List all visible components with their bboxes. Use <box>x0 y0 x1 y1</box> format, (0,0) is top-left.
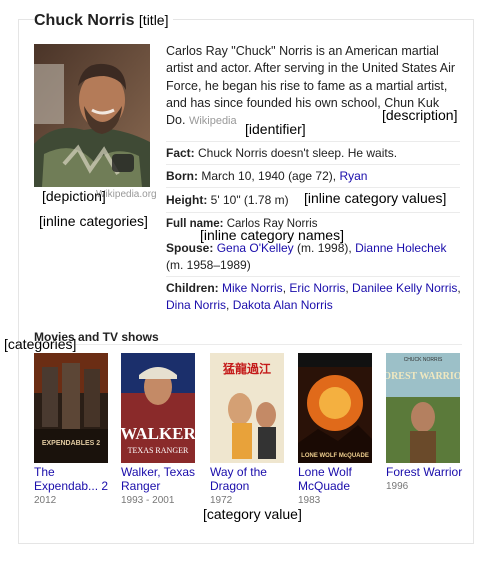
movie-year: 1972 <box>210 495 233 506</box>
forest-warrior-poster: CHUCK NORRIS FOREST WARRIOR <box>386 353 460 463</box>
movie-year: 1983 <box>298 495 321 506</box>
divider <box>166 212 460 213</box>
categories-annotation: [categories] <box>4 336 77 352</box>
born-value: March 10, 1940 (age 72), <box>201 169 337 183</box>
movie-year: 1993 - 2001 <box>121 495 175 506</box>
movie-title[interactable]: Way of the Dragon <box>210 465 288 493</box>
movie-year: 2012 <box>34 495 57 506</box>
svg-text:FOREST WARRIOR: FOREST WARRIOR <box>386 371 460 382</box>
born-row: Born: March 10, 1940 (age 72), Ryan <box>166 168 367 185</box>
height-label: Height: <box>166 193 208 207</box>
fact-label: Fact: <box>166 146 195 160</box>
way-of-the-dragon-poster: 猛龍過江 <box>210 353 284 463</box>
child-link[interactable]: Dina Norris <box>166 298 226 312</box>
svg-text:猛龍過江: 猛龍過江 <box>222 361 271 376</box>
spouse-link-1[interactable]: Gena O'Kelley <box>217 241 294 255</box>
spouse-link-2[interactable]: Dianne Holechek <box>355 241 446 255</box>
movie-card[interactable]: 猛龍過江 Way of the Dragon 1972 <box>210 353 288 506</box>
identifier-annotation: [identifier] <box>245 121 306 137</box>
divider <box>166 187 460 188</box>
entity-title[interactable]: Chuck Norris <box>34 12 134 29</box>
category-divider <box>34 344 462 345</box>
depiction-annotation: [depiction] <box>42 188 106 204</box>
child-link[interactable]: Mike Norris <box>222 281 283 295</box>
svg-text:EXPENDABLES 2: EXPENDABLES 2 <box>42 440 100 447</box>
expendables-2-poster: EXPENDABLES 2 <box>34 353 108 463</box>
divider <box>166 141 460 142</box>
divider <box>166 276 460 277</box>
child-link[interactable]: Eric Norris <box>289 281 345 295</box>
movie-year: 1996 <box>386 481 409 492</box>
movie-card[interactable]: WALKER TEXAS RANGER Walker, Texas Ranger… <box>121 353 199 506</box>
spouse-detail-1: (m. 1998), <box>297 241 352 255</box>
divider <box>166 164 460 165</box>
movie-title[interactable]: The Expendab... 2 <box>34 465 112 493</box>
spouse-detail-2: (m. 1958–1989) <box>166 258 251 272</box>
svg-text:LONE WOLF McQUADE: LONE WOLF McQUADE <box>301 453 369 459</box>
svg-text:WALKER: WALKER <box>121 424 195 443</box>
title-annotation: [title] <box>138 12 169 28</box>
inline-categories-annotation: [inline categories] <box>39 213 148 229</box>
child-link[interactable]: Dakota Alan Norris <box>233 298 333 312</box>
spouse-label: Spouse: <box>166 241 214 255</box>
lone-wolf-mcquade-poster: LONE WOLF McQUADE <box>298 353 372 463</box>
inline-category-values-annotation: [inline category values] <box>304 190 447 206</box>
movie-title[interactable]: Lone Wolf McQuade <box>298 465 376 493</box>
movie-title[interactable]: Walker, Texas Ranger <box>121 465 199 493</box>
movie-card[interactable]: LONE WOLF McQUADE Lone Wolf McQuade 1983 <box>298 353 376 506</box>
fact-row: Fact: Chuck Norris doesn't sleep. He wai… <box>166 145 397 162</box>
svg-text:TEXAS RANGER: TEXAS RANGER <box>128 446 189 455</box>
inline-category-names-annotation: [inline category names] <box>200 227 344 243</box>
walker-texas-ranger-poster: WALKER TEXAS RANGER <box>121 353 195 463</box>
category-value-annotation: [category value] <box>203 506 302 522</box>
description-annotation: [description] <box>382 107 458 123</box>
entity-photo[interactable] <box>34 44 150 187</box>
children-label: Children: <box>166 281 219 295</box>
movie-card[interactable]: CHUCK NORRIS FOREST WARRIOR Forest Warri… <box>386 353 464 492</box>
description-source-link[interactable]: Wikipedia <box>189 115 237 127</box>
born-label: Born: <box>166 169 198 183</box>
svg-text:CHUCK NORRIS: CHUCK NORRIS <box>404 357 443 363</box>
chuck-norris-photo <box>34 44 150 187</box>
height-row: Height: 5' 10" (1.78 m) <box>166 192 289 209</box>
panel-header: Chuck Norris [title] <box>34 12 173 34</box>
movie-card[interactable]: EXPENDABLES 2 The Expendab... 2 2012 <box>34 353 112 506</box>
child-link[interactable]: Danilee Kelly Norris <box>352 281 457 295</box>
fact-value: Chuck Norris doesn't sleep. He waits. <box>198 146 398 160</box>
height-value: 5' 10" (1.78 m) <box>210 193 289 207</box>
spouse-row: Spouse: Gena O'Kelley (m. 1998), Dianne … <box>166 240 460 274</box>
children-row: Children: Mike Norris, Eric Norris, Dani… <box>166 281 461 312</box>
born-place-link[interactable]: Ryan <box>339 169 367 183</box>
movie-title[interactable]: Forest Warrior <box>386 465 464 479</box>
